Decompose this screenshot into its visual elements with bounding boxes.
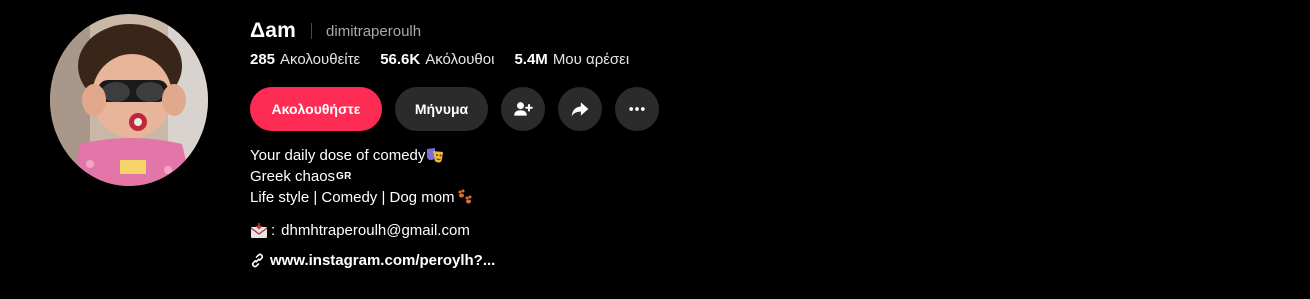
add-friend-button[interactable] bbox=[501, 87, 545, 131]
person-add-icon bbox=[514, 102, 533, 116]
following-count: 285 bbox=[250, 51, 276, 68]
bio-text-2: Greek chaos bbox=[250, 168, 336, 185]
contact-row: : dhmhtraperoulh@gmail.com bbox=[250, 220, 1150, 241]
avatar[interactable] bbox=[50, 14, 208, 186]
bio-text-1: Your daily dose of comedy bbox=[250, 147, 426, 164]
performing-arts-icon bbox=[426, 147, 444, 164]
share-button[interactable] bbox=[558, 87, 602, 131]
stat-following[interactable]: 285 Ακολουθείτε bbox=[250, 51, 360, 68]
avatar-photo bbox=[50, 14, 208, 186]
followers-count: 56.6K bbox=[380, 51, 421, 68]
share-arrow-icon bbox=[571, 102, 589, 117]
profile-page: Δam dimitraperoulh 285 Ακολουθείτε 56.6K Α… bbox=[0, 0, 1310, 299]
link-icon bbox=[250, 253, 265, 268]
following-label: Ακολουθείτε bbox=[280, 51, 361, 68]
likes-count: 5.4M bbox=[514, 51, 548, 68]
paw-prints-icon bbox=[456, 189, 474, 206]
likes-label: Μου αρέσει bbox=[552, 51, 630, 68]
link-text[interactable]: www.instagram.com/peroylh?... bbox=[270, 252, 495, 269]
email-text: dhmhtraperoulh@gmail.com bbox=[281, 222, 470, 239]
more-button[interactable] bbox=[615, 87, 659, 131]
bio-line: Greek chaos GR bbox=[250, 166, 1150, 187]
username: dimitraperoulh bbox=[326, 22, 422, 40]
greece-flag-icon: GR bbox=[336, 171, 352, 182]
followers-label: Ακόλουθοι bbox=[425, 51, 495, 68]
name-divider bbox=[311, 23, 313, 39]
stat-followers[interactable]: 56.6K Ακόλουθοι bbox=[380, 51, 494, 68]
contact-separator: : bbox=[271, 222, 276, 239]
name-row: Δam dimitraperoulh bbox=[250, 16, 1150, 46]
message-button[interactable]: Μήνυμα bbox=[395, 87, 488, 131]
incoming-envelope-icon bbox=[250, 222, 268, 239]
stats-row: 285 Ακολουθείτε 56.6K Ακόλουθοι 5.4M Μου αρ… bbox=[250, 51, 1150, 73]
follow-button[interactable]: Ακολουθήστε bbox=[250, 87, 382, 131]
bio: Your daily dose of comedy Greek chaos GR… bbox=[250, 145, 1150, 208]
display-name: Δam bbox=[250, 19, 297, 42]
profile-info: Δam dimitraperoulh 285 Ακολουθείτε 56.6K Α… bbox=[250, 16, 1150, 271]
stat-likes: 5.4M Μου αρέσει bbox=[514, 51, 629, 68]
more-dots-icon bbox=[629, 107, 645, 111]
bio-line: Your daily dose of comedy bbox=[250, 145, 1150, 166]
action-buttons: Ακολουθήστε Μήνυμα bbox=[250, 87, 1150, 131]
profile-link[interactable]: www.instagram.com/peroylh?... bbox=[250, 250, 1150, 271]
bio-line: Life style | Comedy | Dog mom bbox=[250, 187, 1150, 208]
bio-text-3: Life style | Comedy | Dog mom bbox=[250, 189, 455, 206]
